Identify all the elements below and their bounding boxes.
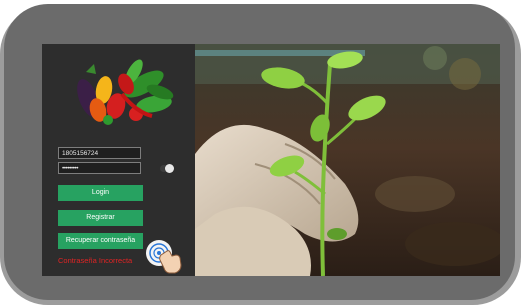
device-frame: Login Registrar Recuperar contraseña Con…: [4, 4, 515, 300]
login-panel: Login Registrar Recuperar contraseña Con…: [42, 44, 195, 276]
vegetables-logo-icon: [77, 59, 174, 125]
password-input[interactable]: [58, 162, 141, 174]
user-id-input[interactable]: [58, 147, 141, 159]
toggle-knob: [165, 164, 174, 173]
show-password-toggle[interactable]: [160, 164, 174, 173]
recover-password-button[interactable]: Recuperar contraseña: [58, 233, 143, 249]
error-message: Contraseña Incorrecta: [58, 256, 133, 265]
seedling-gardening-photo: [195, 44, 500, 276]
tap-hand-icon: [146, 240, 182, 274]
login-button[interactable]: Login: [58, 185, 143, 201]
app-screen: Login Registrar Recuperar contraseña Con…: [42, 44, 500, 276]
register-button[interactable]: Registrar: [58, 210, 143, 226]
